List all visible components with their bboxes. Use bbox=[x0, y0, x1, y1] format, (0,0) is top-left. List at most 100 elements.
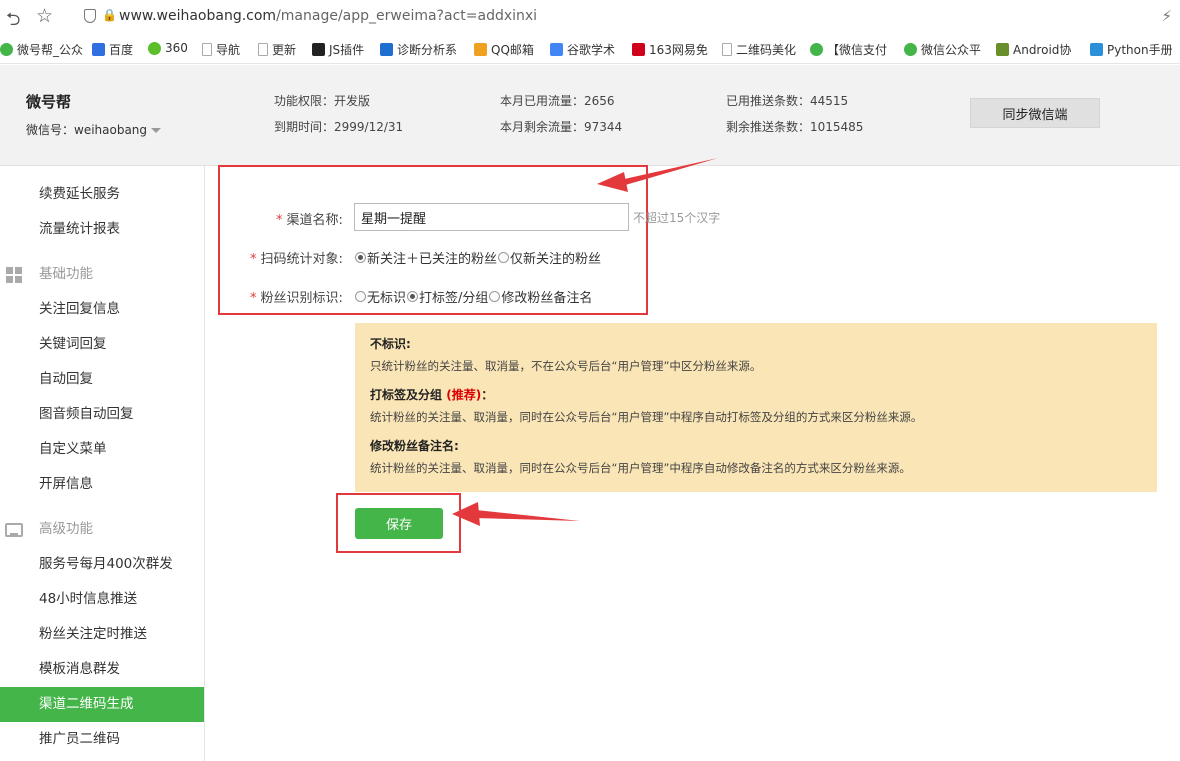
info-text-remark: 统计粉丝的关注量、取消量，同时在公众号后台“用户管理”中程序自动修改备注名的方式… bbox=[370, 461, 911, 475]
bookmark-item[interactable]: 二维码美化 bbox=[722, 41, 796, 58]
lock-icon: 🔒 bbox=[102, 8, 117, 22]
sidebar-item-renew[interactable]: 续费延长服务 bbox=[0, 177, 204, 212]
back-icon[interactable]: ⮌ bbox=[6, 7, 20, 37]
wechat-icon bbox=[810, 43, 823, 56]
bookmark-item[interactable]: 微信公众平 bbox=[904, 41, 981, 58]
bookmark-label: 二维码美化 bbox=[736, 43, 797, 57]
chevron-down-icon bbox=[151, 128, 162, 133]
sidebar-item-channel-qrcode[interactable]: 渠道二维码生成 bbox=[0, 687, 204, 722]
bookmark-item[interactable]: 360 bbox=[148, 41, 188, 55]
bookmark-label: 【微信支付 bbox=[827, 43, 888, 57]
wechat-id-label: 微信号：weihaobang bbox=[26, 123, 148, 137]
fan-id-radio-2[interactable] bbox=[489, 291, 501, 302]
account-header: 微号帮 微信号：weihaobang 功能权限：开发版 到期时间：2999/12… bbox=[0, 65, 1180, 166]
browser-toolbar: ⮌ ☆ 🔒 www.weihaobang.com/manage/app_erwe… bbox=[0, 0, 1180, 34]
sidebar-item-auto-reply[interactable]: 自动回复 bbox=[0, 362, 204, 397]
sidebar-group-label: 基础功能 bbox=[39, 266, 93, 282]
bookmark-item[interactable]: QQ邮箱 bbox=[474, 41, 534, 58]
info-title-tag: 打标签及分组 (推荐)： bbox=[370, 386, 493, 403]
info-text-tag: 统计粉丝的关注量、取消量，同时在公众号后台“用户管理”中程序自动打标签及分组的方… bbox=[370, 410, 923, 424]
bookmark-label: Android协 bbox=[1013, 43, 1072, 57]
fan-id-option-1[interactable]: 打标签/分组 bbox=[419, 287, 488, 306]
bookmark-item[interactable]: Python手册 bbox=[1090, 41, 1173, 58]
expiry-date: 到期时间：2999/12/31 bbox=[274, 120, 404, 134]
save-button[interactable]: 保存 bbox=[355, 508, 443, 539]
bookmark-label: 导航 bbox=[216, 43, 241, 57]
sidebar-item-traffic-report[interactable]: 流量统计报表 bbox=[0, 212, 204, 247]
info-title-tag-suffix: ： bbox=[481, 388, 494, 402]
python-icon bbox=[1090, 43, 1103, 56]
bookmark-item[interactable]: 163网易免 bbox=[632, 41, 708, 58]
wechat-icon bbox=[904, 43, 917, 56]
bookmark-label: 谷歌学术 bbox=[567, 43, 616, 57]
bookmark-item[interactable]: 诊断分析系 bbox=[380, 41, 457, 58]
channel-name-label: * 渠道名称: bbox=[276, 209, 343, 228]
bookmark-label: 360 bbox=[165, 41, 188, 55]
sidebar-item-custom-menu[interactable]: 自定义菜单 bbox=[0, 432, 204, 467]
page-icon bbox=[258, 43, 268, 56]
bookmark-item[interactable]: 【微信支付 bbox=[810, 41, 887, 58]
sidebar-item-template-message[interactable]: 模板消息群发 bbox=[0, 652, 204, 687]
scan-target-label-text: 扫码统计对象: bbox=[260, 252, 343, 267]
sidebar-item-mass-send[interactable]: 服务号每月400次群发 bbox=[0, 547, 204, 582]
feature-permission: 功能权限：开发版 bbox=[274, 94, 371, 108]
scan-target-label: * 扫码统计对象: bbox=[250, 248, 343, 267]
x-icon bbox=[380, 43, 393, 56]
paw-icon bbox=[92, 43, 105, 56]
channel-name-input[interactable] bbox=[354, 203, 629, 231]
sidebar-item-follow-reply[interactable]: 关注回复信息 bbox=[0, 292, 204, 327]
page-icon bbox=[202, 43, 212, 56]
lightning-icon[interactable]: ⚡ bbox=[1161, 7, 1172, 25]
bookmark-item[interactable]: 谷歌学术 bbox=[550, 41, 615, 58]
mail-icon bbox=[474, 43, 487, 56]
required-mark: * bbox=[276, 213, 283, 228]
netease-icon bbox=[632, 43, 645, 56]
fan-id-label: * 粉丝识别标识: bbox=[250, 287, 343, 306]
scan-target-option-1[interactable]: 仅新关注的粉丝 bbox=[510, 248, 601, 267]
sidebar: 续费延长服务 流量统计报表 基础功能 关注回复信息 关键词回复 自动回复 图音频… bbox=[0, 166, 205, 761]
google-icon bbox=[550, 43, 563, 56]
bookmark-item[interactable]: 更新 bbox=[258, 41, 296, 58]
bookmark-label: 百度 bbox=[109, 43, 134, 57]
required-mark: * bbox=[250, 252, 257, 267]
sync-wechat-button[interactable]: 同步微信端 bbox=[970, 98, 1100, 128]
scan-target-radio-1[interactable] bbox=[498, 252, 510, 263]
remaining-push-count: 剩余推送条数：1015485 bbox=[726, 120, 864, 134]
grid-icon bbox=[6, 267, 22, 283]
bookmark-item[interactable]: 导航 bbox=[202, 41, 240, 58]
inbox-icon bbox=[5, 523, 23, 537]
app-icon bbox=[0, 43, 13, 56]
arrow-to-save bbox=[452, 502, 580, 526]
sidebar-item-promoter-qrcode[interactable]: 推广员二维码 bbox=[0, 722, 204, 757]
sidebar-item-media-auto-reply[interactable]: 图音频自动回复 bbox=[0, 397, 204, 432]
info-text-none: 只统计粉丝的关注量、取消量，不在公众号后台“用户管理”中区分粉丝来源。 bbox=[370, 359, 762, 373]
recommended-badge: (推荐) bbox=[446, 388, 482, 402]
channel-name-hint: 不超过15个汉字 bbox=[633, 211, 721, 225]
scan-target-option-0[interactable]: 新关注＋已关注的粉丝 bbox=[367, 248, 497, 267]
bookmark-star-icon[interactable]: ☆ bbox=[36, 5, 53, 27]
sidebar-item-timed-push[interactable]: 粉丝关注定时推送 bbox=[0, 617, 204, 652]
globe-icon bbox=[148, 41, 161, 55]
sidebar-item-splash-info[interactable]: 开屏信息 bbox=[0, 467, 204, 502]
fan-id-option-0[interactable]: 无标识 bbox=[367, 287, 406, 306]
page-icon bbox=[722, 43, 732, 56]
sidebar-item-keyword-reply[interactable]: 关键词回复 bbox=[0, 327, 204, 362]
fan-id-radio-1[interactable] bbox=[407, 291, 419, 302]
address-bar[interactable]: www.weihaobang.com/manage/app_erweima?ac… bbox=[119, 8, 537, 24]
bookmark-label: JS插件 bbox=[329, 43, 365, 57]
bookmark-item[interactable]: JS插件 bbox=[312, 41, 364, 58]
used-traffic: 本月已用流量：2656 bbox=[500, 94, 615, 108]
sidebar-item-48h-push[interactable]: 48小时信息推送 bbox=[0, 582, 204, 617]
scan-target-radio-group: 新关注＋已关注的粉丝 仅新关注的粉丝 bbox=[354, 248, 601, 267]
js-icon bbox=[312, 43, 325, 56]
fan-id-radio-0[interactable] bbox=[355, 291, 366, 302]
fan-id-option-2[interactable]: 修改粉丝备注名 bbox=[501, 287, 592, 306]
bookmark-item[interactable]: Android协 bbox=[996, 41, 1071, 58]
required-mark: * bbox=[250, 291, 257, 306]
bookmark-label: 诊断分析系 bbox=[397, 43, 458, 57]
scan-target-radio-0[interactable] bbox=[355, 252, 366, 263]
bookmark-item[interactable]: 百度 bbox=[92, 41, 133, 58]
bookmark-item[interactable]: 微号帮_公众 bbox=[0, 41, 83, 58]
sidebar-group-label: 高级功能 bbox=[39, 521, 93, 537]
wechat-id-selector[interactable]: 微信号：weihaobang bbox=[26, 121, 162, 138]
